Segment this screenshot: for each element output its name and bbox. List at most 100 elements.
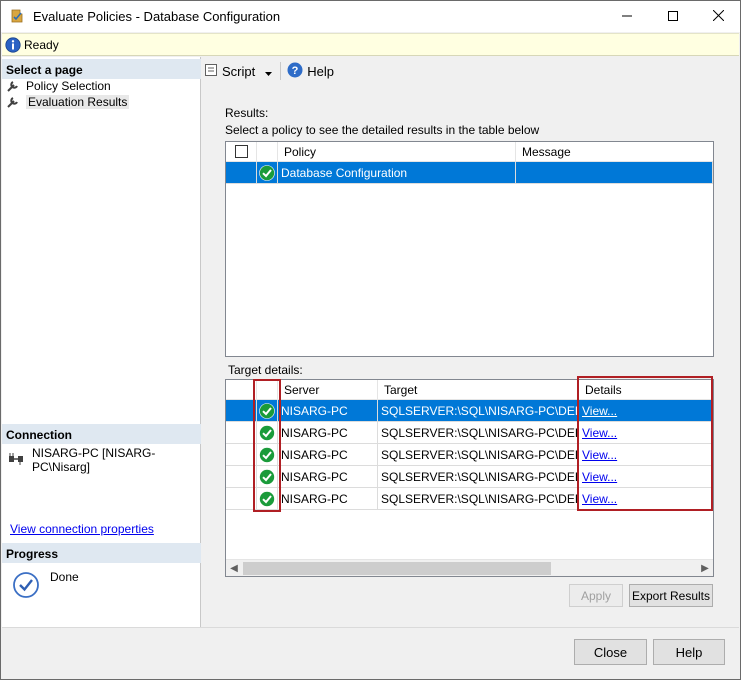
row-selector	[226, 162, 257, 184]
details-cell: View...	[579, 400, 713, 422]
view-details-link[interactable]: View...	[582, 470, 617, 484]
progress-status: Done	[50, 570, 79, 584]
nav-item-label: Evaluation Results	[26, 95, 130, 109]
nav-item-label: Policy Selection	[26, 79, 111, 93]
select-all-checkbox[interactable]	[235, 145, 248, 161]
chevron-down-icon	[265, 64, 273, 79]
status-cell	[257, 466, 278, 488]
export-results-button[interactable]: Export Results	[629, 584, 713, 607]
target-cell: SQLSERVER:\SQL\NISARG-PC\DEF...	[378, 466, 579, 488]
info-icon	[5, 37, 21, 56]
success-check-icon	[259, 165, 275, 183]
target-cell: SQLSERVER:\SQL\NISARG-PC\DEF...	[378, 422, 579, 444]
status-cell	[257, 488, 278, 510]
target-details-grid[interactable]: Server Target Details NISARG-PC SQLSERVER…	[225, 379, 714, 577]
view-connection-properties-link[interactable]: View connection properties	[10, 522, 154, 536]
minimize-icon	[622, 10, 632, 24]
view-details-link[interactable]: View...	[582, 426, 617, 440]
results-grid[interactable]: Policy Message Database Configuration	[225, 141, 714, 357]
horizontal-scrollbar[interactable]: ◀ ▶	[226, 559, 713, 576]
server-cell: NISARG-PC	[278, 400, 378, 422]
minimize-button[interactable]	[604, 1, 650, 32]
select-page-header: Select a page	[2, 59, 201, 79]
server-cell: NISARG-PC	[278, 422, 378, 444]
row-selector	[226, 466, 257, 488]
table-row[interactable]: NISARG-PC SQLSERVER:\SQL\NISARG-PC\DEF...…	[226, 400, 713, 422]
view-details-link[interactable]: View...	[582, 404, 617, 418]
close-icon	[712, 9, 724, 24]
row-selector	[226, 488, 257, 510]
view-details-link[interactable]: View...	[582, 492, 617, 506]
success-check-icon	[259, 447, 275, 465]
status-cell	[257, 422, 278, 444]
table-row[interactable]: Database Configuration	[226, 162, 713, 184]
status-bar: Ready	[2, 33, 739, 56]
message-column-header[interactable]: Message	[516, 142, 713, 162]
help-button[interactable]: Help	[653, 639, 725, 665]
table-row[interactable]: NISARG-PC SQLSERVER:\SQL\NISARG-PC\DEF...…	[226, 444, 713, 466]
table-row[interactable]: NISARG-PC SQLSERVER:\SQL\NISARG-PC\DEF...…	[226, 466, 713, 488]
left-pane: Select a page Policy Selection Evaluatio…	[2, 57, 201, 627]
status-cell	[257, 444, 278, 466]
status-text: Ready	[24, 38, 59, 52]
help-label: Help	[307, 63, 334, 79]
toolbar: Script ? Help	[204, 61, 334, 81]
results-label: Results:	[225, 106, 269, 120]
connection-name: NISARG-PC [NISARG-PC\Nisarg]	[32, 446, 156, 474]
row-header-corner	[226, 380, 257, 400]
target-column-header[interactable]: Target	[378, 380, 579, 400]
policy-cell: Database Configuration	[278, 162, 516, 184]
details-column-header[interactable]: Details	[579, 380, 713, 400]
close-button[interactable]: Close	[574, 639, 647, 665]
scrollbar-thumb[interactable]	[243, 562, 551, 575]
server-column-header[interactable]: Server	[278, 380, 378, 400]
maximize-icon	[668, 10, 678, 24]
title-bar: Evaluate Policies - Database Configurati…	[1, 1, 740, 32]
status-column-header	[257, 380, 278, 400]
scroll-right-icon[interactable]: ▶	[698, 562, 712, 575]
target-details-label: Target details:	[228, 363, 303, 377]
table-row[interactable]: NISARG-PC SQLSERVER:\SQL\NISARG-PC\DEF...…	[226, 422, 713, 444]
svg-text:?: ?	[292, 65, 299, 77]
details-cell: View...	[579, 488, 713, 510]
policy-eval-icon	[9, 8, 25, 24]
nav-item-evaluation-results[interactable]: Evaluation Results	[6, 94, 130, 110]
target-cell: SQLSERVER:\SQL\NISARG-PC\DEF...	[378, 444, 579, 466]
dialog-window: Evaluate Policies - Database Configurati…	[0, 0, 741, 680]
details-cell: View...	[579, 466, 713, 488]
server-cell: NISARG-PC	[278, 488, 378, 510]
wrench-icon	[6, 79, 20, 93]
details-cell: View...	[579, 422, 713, 444]
policy-column-header[interactable]: Policy	[278, 142, 516, 162]
server-cell: NISARG-PC	[278, 466, 378, 488]
table-row[interactable]: NISARG-PC SQLSERVER:\SQL\NISARG-PC\DEF...…	[226, 488, 713, 510]
view-details-link[interactable]: View...	[582, 448, 617, 462]
select-all-header[interactable]	[226, 142, 257, 162]
status-column-header	[257, 142, 278, 162]
window-title: Evaluate Policies - Database Configurati…	[33, 9, 281, 24]
apply-button[interactable]: Apply	[569, 584, 623, 607]
server-cell: NISARG-PC	[278, 444, 378, 466]
close-window-button[interactable]	[695, 1, 741, 32]
progress-check-icon	[13, 572, 39, 601]
scroll-left-icon[interactable]: ◀	[227, 562, 241, 575]
help-toolbar-button[interactable]: ? Help	[287, 62, 334, 81]
success-check-icon	[259, 425, 275, 443]
nav-item-policy-selection[interactable]: Policy Selection	[6, 78, 111, 94]
target-cell: SQLSERVER:\SQL\NISARG-PC\DEF...	[378, 488, 579, 510]
row-selector	[226, 400, 257, 422]
status-cell	[257, 162, 278, 184]
script-icon	[204, 63, 218, 80]
script-label: Script	[222, 63, 256, 79]
connection-info: NISARG-PC [NISARG-PC\Nisarg]	[8, 446, 200, 474]
details-cell: View...	[579, 444, 713, 466]
status-cell	[257, 400, 278, 422]
connection-header: Connection	[2, 424, 201, 444]
success-check-icon	[259, 491, 275, 509]
target-cell: SQLSERVER:\SQL\NISARG-PC\DEF...	[378, 400, 579, 422]
wrench-icon	[6, 95, 20, 109]
results-instruction: Select a policy to see the detailed resu…	[225, 123, 540, 137]
maximize-button[interactable]	[650, 1, 696, 32]
script-button[interactable]: Script	[204, 63, 273, 80]
success-check-icon	[259, 403, 275, 421]
